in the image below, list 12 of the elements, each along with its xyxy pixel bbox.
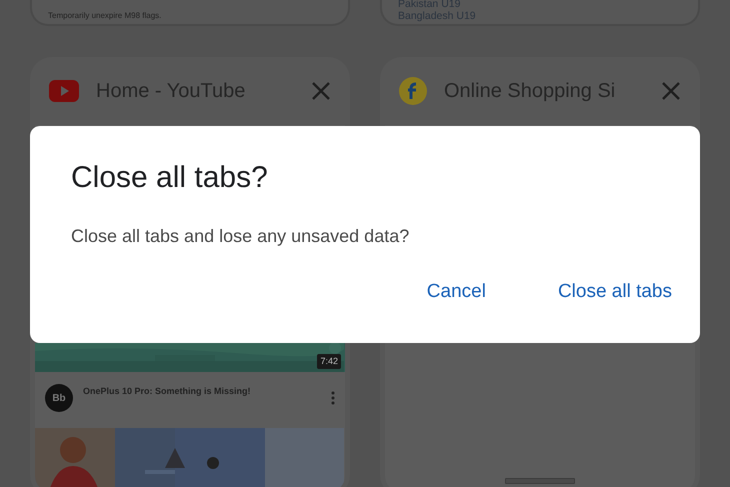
close-icon[interactable] <box>310 80 332 102</box>
video-title: OnePlus 10 Pro: Something is Missing! <box>83 385 252 398</box>
dialog-title: Close all tabs? <box>71 160 269 196</box>
shop-favicon-icon <box>398 76 428 106</box>
page-indicator <box>505 478 575 484</box>
more-options-icon[interactable] <box>331 391 335 405</box>
cancel-button[interactable]: Cancel <box>426 272 486 312</box>
channel-avatar: Bb <box>45 384 73 412</box>
confirm-button[interactable]: Close all tabs <box>498 272 672 312</box>
video-duration: 7:42 <box>317 354 341 369</box>
close-icon[interactable] <box>660 80 682 102</box>
dialog-message: Close all tabs and lose any unsaved data? <box>71 225 410 248</box>
